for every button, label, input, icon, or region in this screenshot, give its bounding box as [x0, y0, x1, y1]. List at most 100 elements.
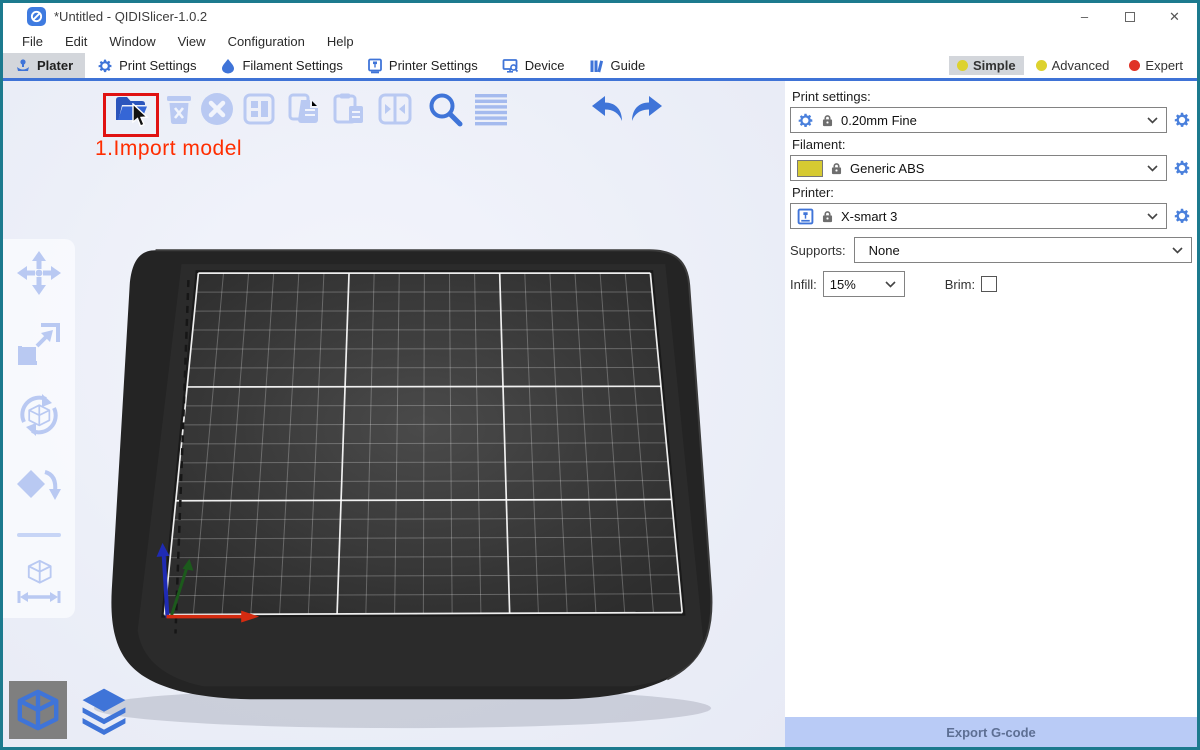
tab-label: Device: [525, 58, 565, 73]
mode-label: Simple: [973, 58, 1016, 73]
brim-label: Brim:: [945, 277, 975, 292]
tab-label: Filament Settings: [242, 58, 342, 73]
delete-button[interactable]: [161, 91, 197, 127]
search-button[interactable]: [427, 91, 463, 127]
simple-mode-dot-icon: [957, 60, 968, 71]
gear-icon: [1173, 159, 1191, 177]
printer-value: X-smart 3: [841, 209, 1140, 224]
arrange-grid-icon: [243, 93, 275, 125]
split-button[interactable]: [377, 91, 413, 127]
copy-button[interactable]: [287, 91, 323, 127]
sliced-preview-icon: [79, 685, 129, 735]
mode-expert[interactable]: Expert: [1121, 56, 1191, 75]
minimize-button[interactable]: –: [1062, 3, 1107, 30]
move-button[interactable]: [15, 249, 63, 300]
print-settings-value: 0.20mm Fine: [841, 113, 1140, 128]
preview-view-button[interactable]: [75, 681, 133, 739]
infill-label: Infill:: [790, 277, 817, 292]
tab-plater[interactable]: Plater: [3, 53, 85, 78]
infill-value: 15%: [830, 277, 878, 292]
supports-label: Supports:: [790, 243, 846, 258]
chevron-down-icon: [1147, 213, 1158, 220]
mode-simple[interactable]: Simple: [949, 56, 1024, 75]
lock-icon: [821, 114, 834, 127]
app-window: *Untitled - QIDISlicer-1.0.2 – ✕ File Ed…: [0, 0, 1200, 750]
menu-help[interactable]: Help: [316, 34, 365, 49]
title-bar: *Untitled - QIDISlicer-1.0.2 – ✕: [3, 3, 1197, 30]
measure-icon: [15, 557, 63, 605]
split-panes-icon: [378, 93, 412, 125]
filament-gear-button[interactable]: [1172, 158, 1192, 178]
gear-icon: [1173, 111, 1191, 129]
editor-3d-view-button[interactable]: [9, 681, 67, 739]
menu-edit[interactable]: Edit: [54, 34, 98, 49]
tab-label: Guide: [611, 58, 646, 73]
undo-arrow-icon: [590, 95, 624, 123]
tab-guide[interactable]: Guide: [577, 53, 658, 78]
arrange-button[interactable]: [241, 91, 277, 127]
window-title: *Untitled - QIDISlicer-1.0.2: [54, 9, 207, 24]
supports-select[interactable]: None: [854, 237, 1192, 263]
main-area: 1.Import model: [3, 81, 1197, 747]
3d-viewport[interactable]: 1.Import model: [3, 81, 785, 747]
device-monitor-icon: [502, 58, 519, 74]
tab-print-settings[interactable]: Print Settings: [85, 53, 208, 78]
mode-advanced[interactable]: Advanced: [1028, 56, 1118, 75]
infill-select[interactable]: 15%: [823, 271, 905, 297]
maximize-button[interactable]: [1107, 3, 1152, 30]
tab-printer-settings[interactable]: Printer Settings: [355, 53, 490, 78]
print-settings-label: Print settings:: [792, 89, 1192, 104]
scale-icon: [15, 320, 63, 368]
search-icon: [427, 91, 463, 127]
print-settings-gear-button[interactable]: [1172, 110, 1192, 130]
filament-color-swatch: [797, 160, 823, 177]
tab-label: Printer Settings: [389, 58, 478, 73]
close-button[interactable]: ✕: [1152, 3, 1197, 30]
lock-icon: [830, 162, 843, 175]
mouse-cursor: [131, 103, 151, 132]
export-gcode-button[interactable]: Export G-code: [785, 717, 1197, 747]
redo-arrow-icon: [630, 95, 664, 123]
measure-button[interactable]: [15, 557, 63, 608]
layers-list-icon: [473, 92, 509, 126]
printer-icon: [797, 208, 814, 225]
filament-value: Generic ABS: [850, 161, 1140, 176]
menu-file[interactable]: File: [11, 34, 54, 49]
maximize-icon: [1125, 12, 1135, 22]
filament-select[interactable]: Generic ABS: [790, 155, 1167, 181]
menu-bar: File Edit Window View Configuration Help: [3, 30, 1197, 53]
mode-label: Advanced: [1052, 58, 1110, 73]
tab-device[interactable]: Device: [490, 53, 577, 78]
delete-all-button[interactable]: [199, 91, 235, 127]
plater-icon: [15, 58, 31, 74]
rotate-button[interactable]: [15, 391, 63, 442]
rotate-icon: [15, 391, 63, 439]
undo-button[interactable]: [589, 91, 625, 127]
paste-button[interactable]: [331, 91, 367, 127]
menu-window[interactable]: Window: [98, 34, 166, 49]
place-on-face-button[interactable]: [15, 462, 63, 513]
scale-button[interactable]: [15, 320, 63, 371]
menu-view[interactable]: View: [167, 34, 217, 49]
variable-layer-button[interactable]: [473, 91, 509, 127]
filament-icon: [220, 58, 236, 74]
toolbar-separator: [17, 533, 61, 537]
printer-gear-button[interactable]: [1172, 206, 1192, 226]
menu-configuration[interactable]: Configuration: [217, 34, 316, 49]
tab-filament-settings[interactable]: Filament Settings: [208, 53, 354, 78]
import-annotation: 1.Import model: [95, 137, 242, 161]
move-icon: [15, 249, 63, 297]
filament-label: Filament:: [792, 137, 1192, 152]
window-controls: – ✕: [1062, 3, 1197, 30]
brim-checkbox[interactable]: [981, 276, 997, 292]
view-toggles: [9, 681, 133, 739]
print-bed: [3, 81, 785, 747]
printer-select[interactable]: X-smart 3: [790, 203, 1167, 229]
redo-button[interactable]: [629, 91, 665, 127]
lock-icon: [821, 210, 834, 223]
settings-sidebar: Print settings: 0.20mm Fine Filament: Ge…: [785, 81, 1197, 747]
print-settings-select[interactable]: 0.20mm Fine: [790, 107, 1167, 133]
gizmo-toolbar: [3, 239, 75, 618]
chevron-down-icon: [885, 281, 896, 288]
place-on-face-icon: [15, 462, 63, 510]
